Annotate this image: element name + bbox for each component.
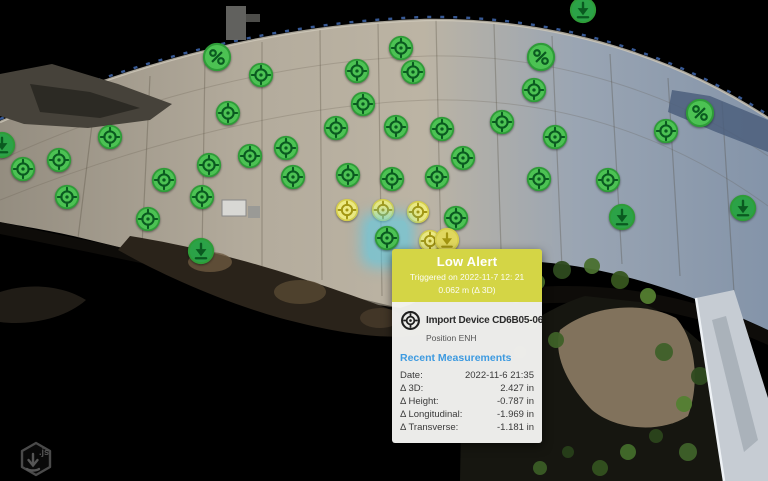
prism-target-marker[interactable] — [324, 116, 349, 141]
measurement-row: Δ 3D: 2.427 in — [400, 382, 534, 395]
prism-target-marker[interactable] — [47, 148, 72, 173]
download-marker[interactable] — [730, 195, 757, 222]
measurement-label: Δ Longitudinal: — [400, 408, 462, 421]
measurement-row: Date: 2022-11-6 21:35 — [400, 369, 534, 382]
device-position: Position ENH — [426, 333, 534, 343]
alert-title: Low Alert — [396, 254, 538, 269]
prism-target-marker[interactable] — [249, 63, 274, 88]
measurement-row: Δ Height: -0.787 in — [400, 395, 534, 408]
measurement-row: Δ Transverse: -1.181 in — [400, 421, 534, 434]
percent-marker[interactable] — [686, 99, 715, 128]
prism-target-marker[interactable] — [522, 78, 547, 103]
measurement-label: Δ Height: — [400, 395, 439, 408]
measurement-label: Δ Transverse: — [400, 421, 458, 434]
prism-target-marker[interactable] — [543, 125, 568, 150]
measurement-value: 2022-11-6 21:35 — [465, 369, 534, 382]
prism-target-marker[interactable] — [11, 157, 36, 182]
measurement-value: -1.969 in — [497, 408, 534, 421]
watermark-label: .js — [39, 447, 49, 457]
measurement-label: Date: — [400, 369, 423, 382]
prism-target-marker[interactable] — [216, 101, 241, 126]
prism-target-marker[interactable] — [389, 36, 414, 61]
prism-target-marker[interactable] — [407, 201, 430, 224]
alert-popup: Low Alert Triggered on 2022-11-7 12: 21 … — [392, 249, 542, 443]
prism-target-marker[interactable] — [190, 185, 215, 210]
measurement-value: 2.427 in — [500, 382, 534, 395]
marker-layer — [0, 0, 768, 481]
prism-target-marker[interactable] — [375, 226, 400, 251]
prism-target-marker[interactable] — [345, 59, 370, 84]
prism-target-marker[interactable] — [380, 167, 405, 192]
device-name: Import Device CD6B05-06 — [426, 315, 542, 326]
download-marker[interactable] — [188, 238, 215, 265]
prism-target-marker[interactable] — [401, 60, 426, 85]
alert-magnitude: 0.062 m (Δ 3D) — [396, 285, 538, 295]
download-marker[interactable] — [570, 0, 597, 24]
measurement-row: Δ Longitudinal: -1.969 in — [400, 408, 534, 421]
measurement-value: -0.787 in — [497, 395, 534, 408]
prism-target-marker[interactable] — [430, 117, 455, 142]
alert-triggered: Triggered on 2022-11-7 12: 21 — [396, 272, 538, 282]
percent-marker[interactable] — [527, 43, 556, 72]
prism-target-marker[interactable] — [527, 167, 552, 192]
prism-target-marker[interactable] — [372, 199, 395, 222]
recent-measurements-link[interactable]: Recent Measurements — [400, 352, 534, 364]
measurement-value: -1.181 in — [497, 421, 534, 434]
target-icon — [400, 310, 421, 331]
prism-target-marker[interactable] — [425, 165, 450, 190]
prism-target-marker[interactable] — [336, 163, 361, 188]
prism-target-marker[interactable] — [654, 119, 679, 144]
measurement-label: Δ 3D: — [400, 382, 423, 395]
prism-target-marker[interactable] — [238, 144, 263, 169]
prism-target-marker[interactable] — [384, 115, 409, 140]
prism-target-marker[interactable] — [490, 110, 515, 135]
prism-target-marker[interactable] — [55, 185, 80, 210]
percent-marker[interactable] — [203, 43, 232, 72]
download-marker[interactable] — [0, 132, 16, 159]
prism-target-marker[interactable] — [351, 92, 376, 117]
alert-popup-body: Import Device CD6B05-06 Position ENH Rec… — [392, 302, 542, 443]
prism-target-marker[interactable] — [274, 136, 299, 161]
viewport-3d[interactable]: Low Alert Triggered on 2022-11-7 12: 21 … — [0, 0, 768, 481]
prism-target-marker[interactable] — [152, 168, 177, 193]
prism-target-marker[interactable] — [98, 125, 123, 150]
prism-target-marker[interactable] — [197, 153, 222, 178]
prism-target-marker[interactable] — [596, 168, 621, 193]
prism-target-marker[interactable] — [336, 199, 359, 222]
prism-target-marker[interactable] — [451, 146, 476, 171]
js-watermark-logo: .js — [16, 440, 60, 480]
download-marker[interactable] — [609, 204, 636, 231]
prism-target-marker[interactable] — [281, 165, 306, 190]
prism-target-marker[interactable] — [136, 207, 161, 232]
alert-popup-header: Low Alert Triggered on 2022-11-7 12: 21 … — [392, 249, 542, 302]
